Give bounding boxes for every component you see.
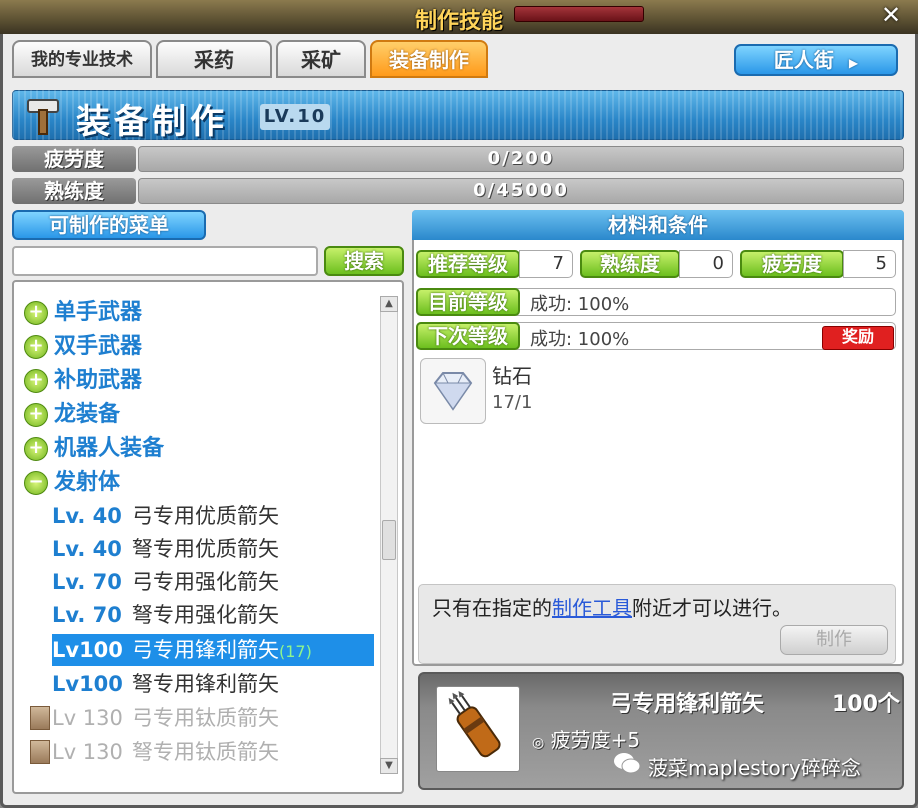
current-level-label: 目前等级	[416, 288, 520, 316]
req-fatigue-label: 疲劳度	[740, 250, 844, 278]
category-android[interactable]: + 机器人装备	[24, 430, 164, 462]
note-prefix: 只有在指定的	[432, 596, 552, 620]
req-mastery-value: 0	[679, 250, 733, 278]
category-label: 补助武器	[54, 368, 143, 393]
category-label: 单手武器	[54, 300, 143, 325]
item-name: 弓专用优质箭矢	[132, 504, 279, 528]
item-level: Lv 130	[52, 706, 123, 730]
item-name: 弓专用钛质箭矢	[132, 706, 279, 730]
item-name: 弩专用钛质箭矢	[132, 740, 279, 764]
wechat-icon	[614, 753, 641, 774]
scroll-down-icon[interactable]: ▼	[380, 758, 398, 774]
tab-mining[interactable]: 采矿	[276, 40, 366, 78]
list-item[interactable]: Lv100 弩专用锋利箭矢	[52, 668, 279, 700]
craftsman-street-button[interactable]: 匠人街 ▶	[734, 44, 898, 76]
result-item-slot[interactable]	[436, 686, 520, 772]
scroll-icon	[30, 706, 50, 730]
item-level: Lv 130	[52, 740, 123, 764]
next-success: 成功: 100%	[530, 329, 630, 350]
search-input[interactable]	[12, 246, 318, 276]
window-title: 制作技能	[414, 9, 503, 34]
list-item[interactable]: Lv. 70 弩专用强化箭矢	[52, 599, 279, 631]
result-item-name: 弓专用锋利箭矢	[610, 692, 765, 717]
bullet-icon: ◎	[532, 735, 545, 751]
category-secondary[interactable]: + 补助武器	[24, 362, 142, 394]
item-name: 弩专用锋利箭矢	[132, 672, 279, 696]
fatigue-label: 疲劳度	[12, 146, 136, 172]
watermark: 菠菜maplestory碎碎念	[648, 756, 861, 780]
item-name: 弓专用锋利箭矢	[132, 638, 279, 662]
current-success: 成功: 100%	[530, 294, 630, 315]
item-name: 弩专用强化箭矢	[132, 603, 279, 627]
search-button[interactable]: 搜索	[324, 246, 404, 276]
expand-icon: +	[24, 301, 48, 325]
tab-my-skills[interactable]: 我的专业技术	[12, 40, 152, 78]
note-text: 只有在指定的制作工具附近才可以进行。	[432, 592, 792, 621]
craft-button[interactable]: 制作	[780, 625, 888, 655]
expand-icon: +	[24, 335, 48, 359]
item-level: Lv100	[52, 672, 123, 696]
item-name: 弩专用优质箭矢	[132, 537, 279, 561]
arrow-right-icon: ▶	[848, 56, 859, 70]
recipes-button[interactable]: 可制作的菜单	[12, 210, 206, 240]
scroll-icon	[30, 740, 50, 764]
list-item-selected[interactable]: Lv100 弓专用锋利箭矢(17)	[52, 634, 374, 666]
reward-badge[interactable]: 奖励	[822, 326, 894, 350]
next-level-label: 下次等级	[416, 322, 520, 350]
skill-level: LV.10	[260, 104, 330, 130]
req-mastery-label: 熟练度	[580, 250, 680, 278]
expand-icon: +	[24, 369, 48, 393]
item-level: Lv. 40	[52, 537, 122, 561]
diamond-icon	[433, 372, 473, 411]
category-dragon[interactable]: + 龙装备	[24, 396, 120, 428]
req-level-value: 7	[519, 250, 573, 278]
category-label: 双手武器	[54, 334, 143, 359]
list-item-locked[interactable]: Lv 130 弩专用钛质箭矢	[52, 736, 279, 768]
note-suffix: 附近才可以进行。	[632, 596, 792, 620]
expand-icon: +	[24, 403, 48, 427]
item-level: Lv. 70	[52, 603, 122, 627]
item-name: 弓专用强化箭矢	[132, 570, 279, 594]
collapse-icon: −	[24, 471, 48, 495]
list-item[interactable]: Lv. 70 弓专用强化箭矢	[52, 566, 279, 598]
expand-icon: +	[24, 437, 48, 461]
materials-header: 材料和条件	[412, 210, 904, 240]
item-level: Lv100	[52, 638, 123, 662]
mastery-bar: 0/45000	[138, 178, 904, 204]
fatigue-bar: 0/200	[138, 146, 904, 172]
material-count: 17/1	[492, 392, 533, 413]
close-button[interactable]: ✕	[876, 2, 906, 30]
scroll-up-icon[interactable]: ▲	[380, 296, 398, 312]
category-label: 龙装备	[54, 402, 121, 427]
craftsman-street-label: 匠人街	[773, 48, 834, 72]
req-fatigue-value: 5	[843, 250, 896, 278]
scroll-thumb[interactable]	[382, 520, 396, 560]
category-label: 发射体	[54, 470, 121, 495]
category-one-handed[interactable]: + 单手武器	[24, 294, 142, 326]
hammer-icon	[27, 99, 59, 135]
list-item-locked[interactable]: Lv 130 弓专用钛质箭矢	[52, 702, 279, 734]
category-label: 机器人装备	[54, 436, 165, 461]
list-item[interactable]: Lv. 40 弩专用优质箭矢	[52, 533, 279, 565]
material-name: 钻石	[492, 364, 532, 388]
category-projectile[interactable]: − 发射体	[24, 464, 120, 496]
skill-title: 装备制作	[76, 102, 228, 142]
quiver-icon	[448, 690, 501, 758]
material-slot[interactable]	[420, 358, 486, 424]
list-item[interactable]: Lv. 40 弓专用优质箭矢	[52, 500, 279, 532]
req-level-label: 推荐等级	[416, 250, 520, 278]
item-level: Lv. 40	[52, 504, 122, 528]
crafting-tool-link[interactable]: 制作工具	[552, 596, 632, 620]
tab-herbalism[interactable]: 采药	[156, 40, 272, 78]
mastery-label: 熟练度	[12, 178, 136, 204]
item-count: (17)	[279, 642, 312, 661]
result-item-count: 100个	[832, 692, 900, 717]
item-level: Lv. 70	[52, 570, 122, 594]
category-two-handed[interactable]: + 双手武器	[24, 328, 142, 360]
tab-equipment-crafting[interactable]: 装备制作	[370, 40, 488, 78]
